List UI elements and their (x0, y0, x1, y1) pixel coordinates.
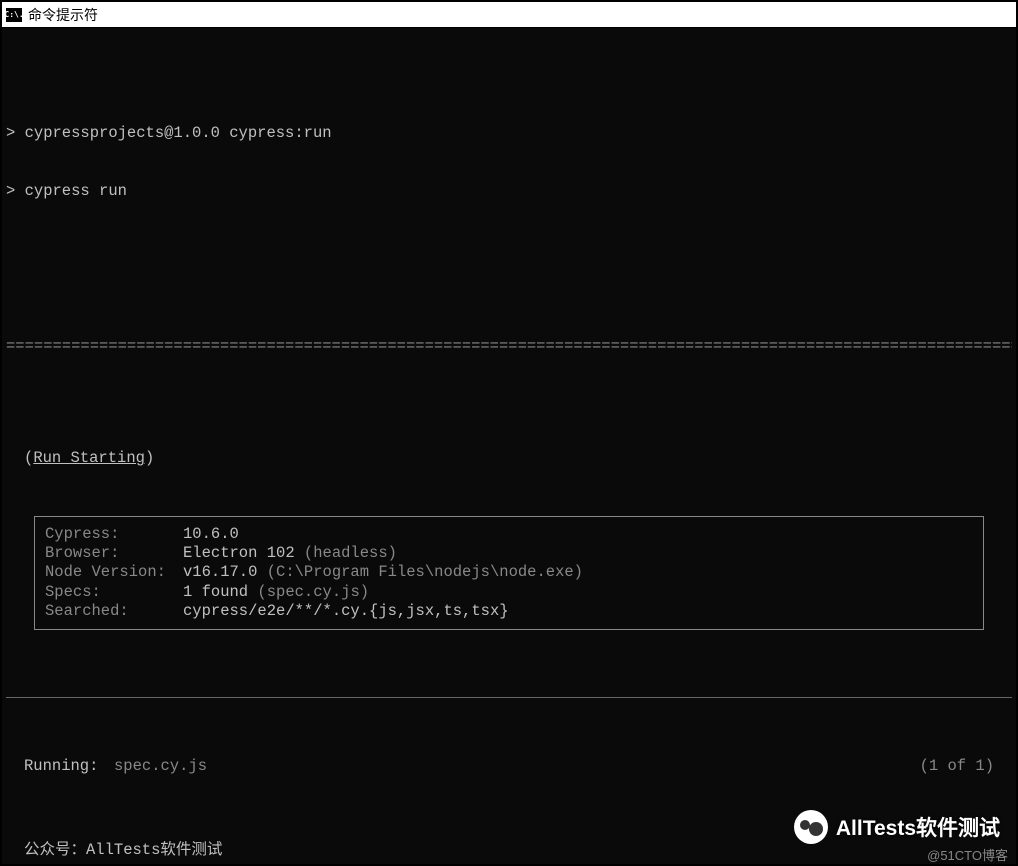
command-line-2: > cypress run (6, 182, 1012, 201)
info-label: Browser: (45, 544, 183, 563)
cmd-icon: C:\. (6, 8, 22, 22)
info-row: Searched:cypress/e2e/**/*.cy.{js,jsx,ts,… (45, 602, 973, 621)
info-value: v16.17.0 (183, 563, 257, 582)
info-value-dim: (headless) (295, 544, 397, 563)
info-row: Browser:Electron 102 (headless) (45, 544, 973, 563)
run-starting-header: (Run Starting) (24, 449, 1012, 468)
info-value: 10.6.0 (183, 525, 239, 544)
running-file: spec.cy.js (114, 757, 920, 776)
info-label: Searched: (45, 602, 183, 621)
info-row: Specs:1 found (spec.cy.js) (45, 583, 973, 602)
info-row: Node Version:v16.17.0 (C:\Program Files\… (45, 563, 973, 582)
info-label: Specs: (45, 583, 183, 602)
wechat-icon (794, 810, 828, 844)
running-count: (1 of 1) (920, 757, 994, 776)
command-line-1: > cypressprojects@1.0.0 cypress:run (6, 124, 1012, 143)
watermark-text: AllTests软件测试 (836, 812, 1000, 842)
watermark: AllTests软件测试 (794, 810, 1000, 844)
info-value: cypress/e2e/**/*.cy.{js,jsx,ts,tsx} (183, 602, 509, 621)
info-label: Node Version: (45, 563, 183, 582)
info-label: Cypress: (45, 525, 183, 544)
running-label: Running: (24, 757, 114, 776)
info-row: Cypress:10.6.0 (45, 525, 973, 544)
terminal-body[interactable]: > cypressprojects@1.0.0 cypress:run > cy… (2, 28, 1016, 864)
info-value: 1 found (183, 583, 248, 602)
info-value-dim: (C:\Program Files\nodejs\node.exe) (257, 563, 583, 582)
attribution: @51CTO博客 (927, 845, 1008, 864)
window-title: 命令提示符 (28, 5, 98, 25)
info-value-dim: (spec.cy.js) (248, 583, 369, 602)
info-value: Electron 102 (183, 544, 295, 563)
terminal-window: C:\. 命令提示符 > cypressprojects@1.0.0 cypre… (0, 0, 1018, 866)
titlebar[interactable]: C:\. 命令提示符 (2, 2, 1016, 28)
horizontal-separator (6, 697, 1012, 698)
divider-line: ========================================… (6, 337, 1012, 356)
running-row: Running: spec.cy.js (1 of 1) (6, 757, 1012, 776)
run-starting-box: Cypress:10.6.0Browser:Electron 102 (head… (34, 516, 984, 631)
